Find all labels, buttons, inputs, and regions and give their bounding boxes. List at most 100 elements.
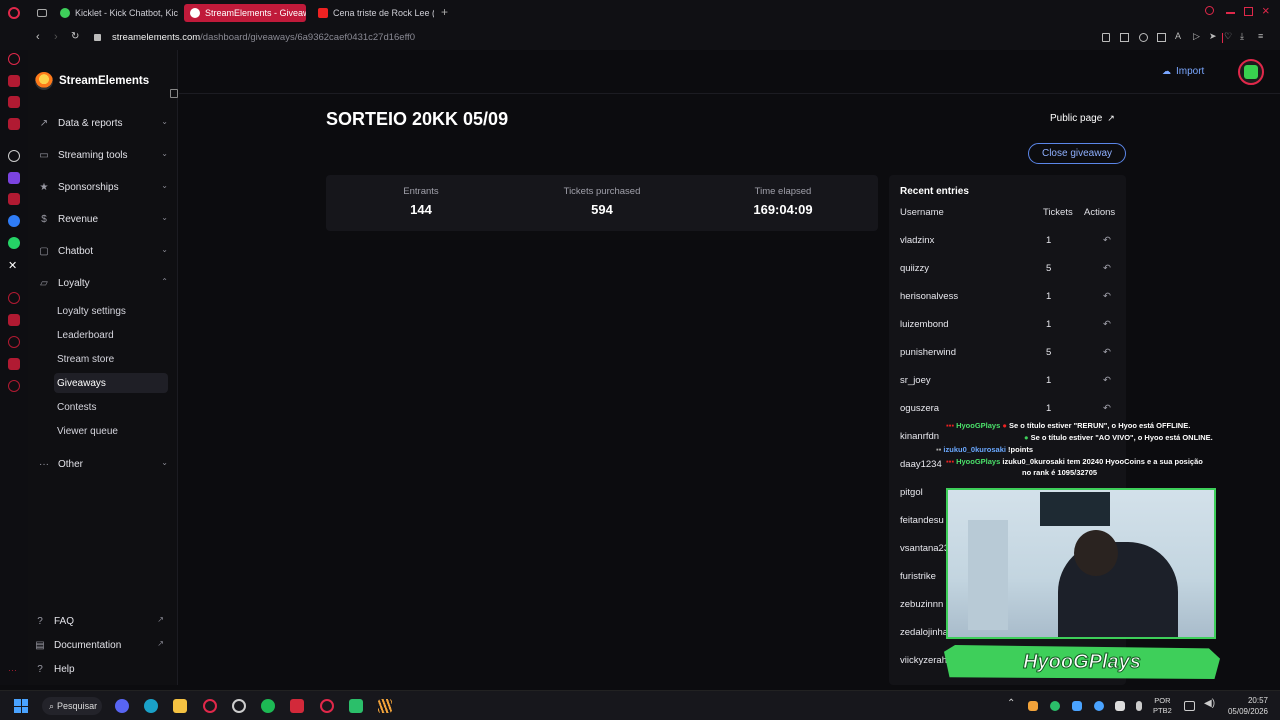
close-giveaway-button[interactable]: Close giveaway — [1028, 143, 1126, 164]
chat-icon[interactable] — [8, 358, 20, 370]
history-icon[interactable] — [8, 292, 20, 304]
undo-icon[interactable]: ↶ — [1103, 347, 1111, 358]
tab-streamelements[interactable]: StreamElements - Giveaw — [184, 4, 306, 22]
windows-start-icon[interactable] — [14, 699, 28, 713]
downloads-icon[interactable]: ⤓ — [1240, 31, 1244, 42]
file-explorer-icon[interactable] — [173, 699, 187, 713]
tray-app-4-icon[interactable] — [1094, 701, 1104, 711]
close-window-icon[interactable]: × — [1262, 3, 1270, 18]
back-icon[interactable]: ‹ — [36, 31, 40, 43]
minimize-icon[interactable] — [1226, 12, 1235, 14]
discord-icon[interactable] — [115, 699, 129, 713]
avatar[interactable] — [1238, 59, 1264, 85]
network-icon[interactable] — [1184, 701, 1195, 711]
footer-faq[interactable]: ? FAQ ↗ — [34, 611, 168, 631]
play-icon[interactable]: ▷ — [1193, 31, 1200, 42]
nav-loyalty[interactable]: ▱ Loyalty ⌃ — [38, 273, 172, 293]
percent-icon[interactable] — [8, 193, 20, 205]
taskbar-search[interactable]: ⌕ Pesquisar — [42, 697, 102, 715]
shopping-icon[interactable] — [8, 75, 20, 87]
sidebar-item-loyalty-settings[interactable]: Loyalty settings — [57, 301, 197, 321]
tab-overview-icon[interactable] — [37, 9, 47, 17]
new-tab-icon[interactable]: + — [441, 5, 448, 19]
app-gx-icon[interactable] — [320, 699, 334, 713]
sidebar-item-viewer-queue[interactable]: Viewer queue — [57, 421, 197, 441]
webcam-frame — [946, 488, 1216, 639]
twitch-icon[interactable] — [8, 172, 20, 184]
app-green-icon[interactable] — [349, 699, 363, 713]
volume-icon[interactable]: ◀) — [1204, 698, 1215, 709]
chatgpt-icon[interactable] — [8, 150, 20, 162]
clock-icon[interactable] — [8, 336, 20, 348]
forward-icon[interactable]: › — [54, 31, 58, 43]
pin-icon[interactable] — [1102, 33, 1110, 42]
import-button[interactable]: ☁ Import — [1162, 66, 1204, 77]
reload-icon[interactable]: ↻ — [71, 31, 79, 42]
entry-tickets: 1 — [1046, 319, 1052, 330]
x-icon[interactable]: ✕ — [8, 259, 20, 272]
brand-name[interactable]: StreamElements — [59, 75, 149, 87]
messenger-icon[interactable] — [8, 215, 20, 227]
translate-icon[interactable]: A — [1175, 31, 1181, 41]
tray-chevron-icon[interactable]: ⌃ — [1007, 698, 1015, 709]
nav-streaming-tools[interactable]: ▭ Streaming tools ⌄ — [38, 145, 172, 165]
send-icon[interactable]: ➤ — [1209, 31, 1217, 42]
opera-taskbar-icon[interactable] — [203, 699, 217, 713]
streamelements-favicon-icon — [190, 8, 200, 18]
adblock-icon[interactable] — [1139, 33, 1148, 42]
tab-kicklet[interactable]: Kicklet - Kick Chatbot, Kick — [54, 4, 178, 22]
app-stripes-icon[interactable] — [378, 699, 392, 713]
profile-icon[interactable] — [1222, 33, 1223, 43]
aria-icon[interactable] — [8, 53, 20, 65]
sidebar-item-giveaways[interactable]: Giveaways — [54, 373, 168, 393]
collapse-sidebar-icon[interactable] — [170, 89, 178, 98]
sidebar-item-stream-store[interactable]: Stream store — [57, 349, 197, 369]
more-icon[interactable]: ··· — [8, 665, 20, 677]
search-tabs-icon[interactable] — [1205, 6, 1214, 15]
undo-icon[interactable]: ↶ — [1103, 263, 1111, 274]
undo-icon[interactable]: ↶ — [1103, 291, 1111, 302]
menu-icon[interactable]: ≡ — [1258, 31, 1263, 41]
screenshot-icon[interactable] — [1120, 33, 1129, 42]
settings-icon[interactable] — [8, 380, 20, 392]
whatsapp-icon[interactable] — [8, 237, 20, 249]
tab-youtube[interactable]: Cena triste de Rock Lee (N — [312, 4, 434, 22]
footer-documentation[interactable]: ▤ Documentation ↗ — [34, 635, 168, 655]
undo-icon[interactable]: ↶ — [1103, 375, 1111, 386]
tray-app-5-icon[interactable] — [1115, 701, 1125, 711]
tray-app-2-icon[interactable] — [1050, 701, 1060, 711]
language-indicator[interactable]: POR PTB2 — [1153, 696, 1172, 716]
streamer-banner: HyooGPlays — [944, 645, 1220, 679]
nav-data-reports[interactable]: ↗ Data & reports ⌄ — [38, 113, 172, 133]
nav-other[interactable]: ··· Other ⌄ — [38, 454, 172, 474]
table-row: sr_joey 1 ↶ — [900, 375, 1115, 391]
tray-app-1-icon[interactable] — [1028, 701, 1038, 711]
send-flow-icon[interactable] — [8, 314, 20, 326]
heart-icon[interactable]: ♡ — [1224, 31, 1232, 42]
public-page-link[interactable]: Public page ↗ — [1050, 113, 1115, 124]
edge-icon[interactable] — [144, 699, 158, 713]
maximize-icon[interactable] — [1244, 7, 1253, 16]
obs-icon[interactable] — [232, 699, 246, 713]
red-dot-icon: ● — [1002, 421, 1007, 430]
spotify-icon[interactable] — [261, 699, 275, 713]
url-field[interactable]: streamelements.com/dashboard/giveaways/6… — [112, 32, 415, 43]
clock[interactable]: 20:57 05/09/2026 — [1226, 695, 1268, 717]
streamelements-logo-icon[interactable] — [35, 72, 53, 90]
undo-icon[interactable]: ↶ — [1103, 403, 1111, 414]
gmail-icon[interactable] — [8, 118, 20, 130]
opera-logo-icon[interactable] — [8, 7, 20, 19]
app-red-icon[interactable] — [290, 699, 304, 713]
nav-chatbot[interactable]: ▢ Chatbot ⌄ — [38, 241, 172, 261]
microphone-icon[interactable] — [1136, 701, 1142, 711]
sidebar-item-leaderboard[interactable]: Leaderboard — [57, 325, 197, 345]
tray-app-3-icon[interactable] — [1072, 701, 1082, 711]
undo-icon[interactable]: ↶ — [1103, 319, 1111, 330]
player-icon[interactable] — [8, 96, 20, 108]
undo-icon[interactable]: ↶ — [1103, 235, 1111, 246]
nav-sponsorships[interactable]: ★ Sponsorships ⌄ — [38, 177, 172, 197]
extension-icon[interactable] — [1157, 33, 1166, 42]
sidebar-item-contests[interactable]: Contests — [57, 397, 197, 417]
nav-revenue[interactable]: $ Revenue ⌄ — [38, 209, 172, 229]
footer-help[interactable]: ? Help — [34, 659, 168, 679]
